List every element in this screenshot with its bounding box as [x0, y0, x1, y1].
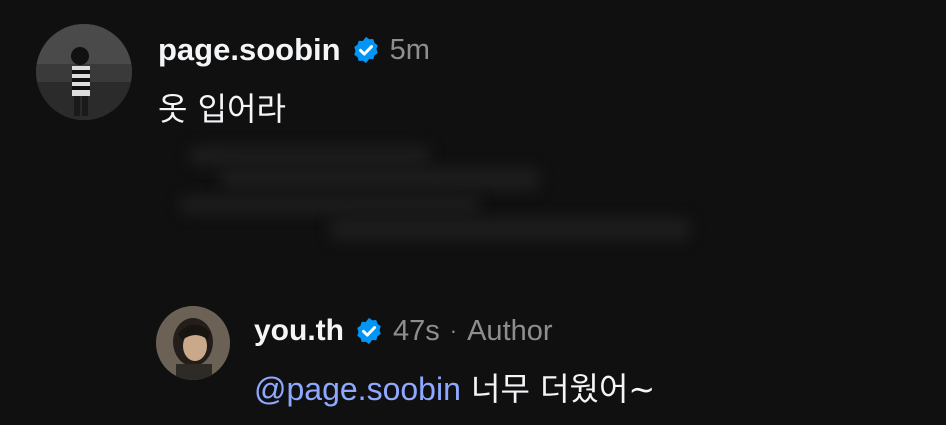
- threads-comment-screen: page.soobin 5m 옷 입어라 you.th 47s · Author…: [0, 0, 946, 425]
- blurred-content: [150, 138, 710, 256]
- avatar[interactable]: [156, 306, 230, 380]
- comment-body: 옷 입어라: [158, 90, 286, 128]
- username[interactable]: you.th: [254, 314, 344, 348]
- username[interactable]: page.soobin: [158, 32, 341, 68]
- mention-link[interactable]: @page.soobin: [254, 371, 461, 407]
- comment-header: page.soobin 5m: [158, 30, 430, 70]
- avatar[interactable]: [36, 24, 132, 120]
- verified-badge-icon: [354, 316, 384, 346]
- separator-dot: ·: [449, 318, 458, 343]
- avatar-photo: [156, 306, 230, 380]
- reply-header: you.th 47s · Author: [254, 311, 553, 351]
- avatar-photo: [36, 24, 132, 120]
- reply-body: @page.soobin 너무 더웠어~: [254, 364, 655, 410]
- timestamp: 47s: [393, 314, 440, 347]
- reply-text: 너무 더웠어~: [460, 370, 656, 408]
- author-label: Author: [467, 314, 553, 347]
- timestamp: 5m: [389, 33, 430, 66]
- verified-badge-icon: [351, 35, 381, 65]
